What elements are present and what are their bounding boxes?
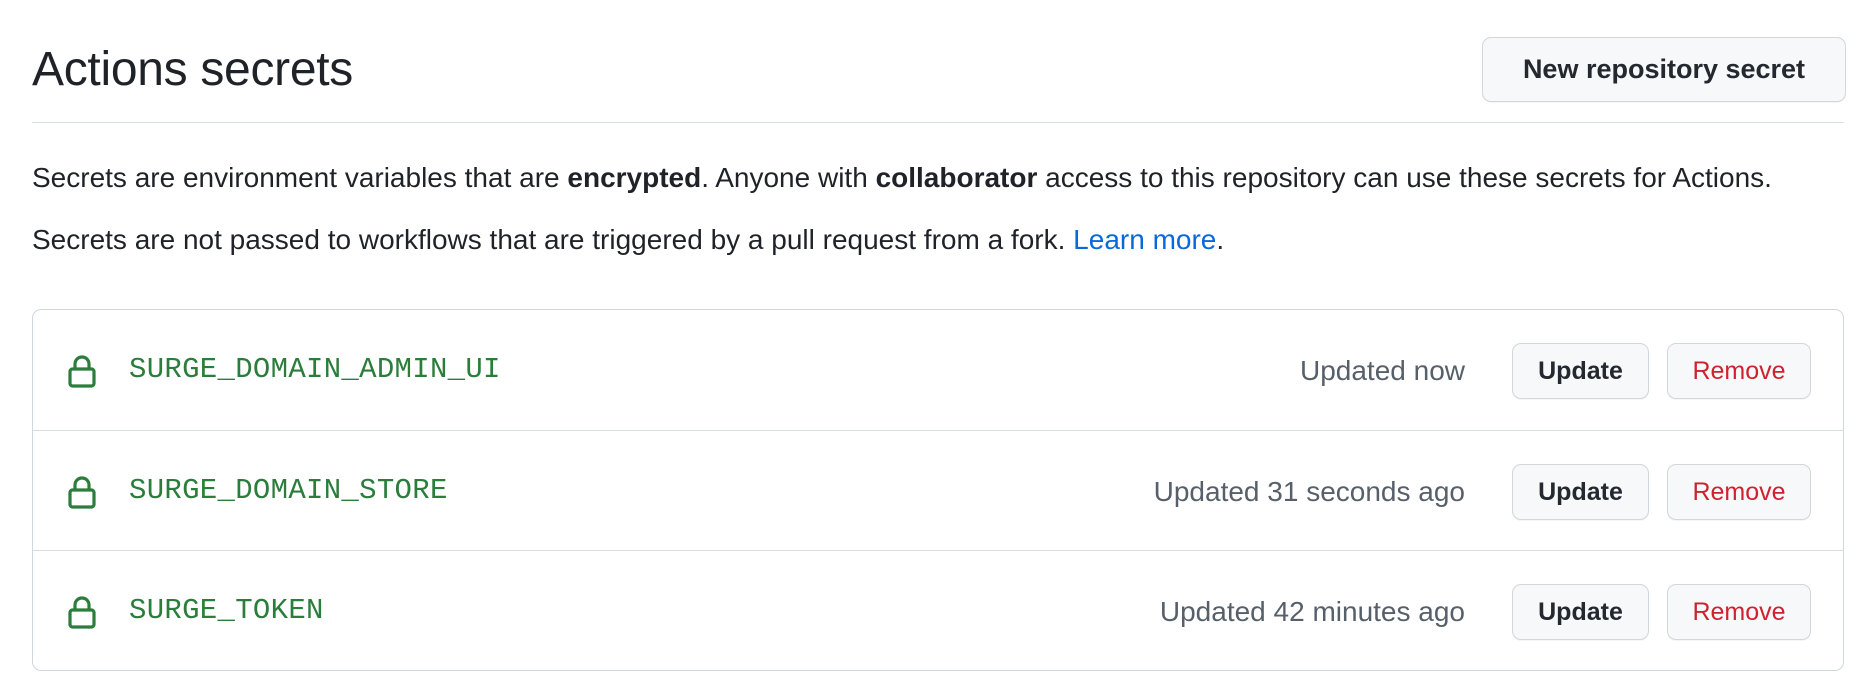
new-repository-secret-button[interactable]: New repository secret [1482,37,1846,102]
learn-more-link[interactable]: Learn more [1073,224,1216,255]
remove-secret-button[interactable]: Remove [1667,464,1811,520]
secret-name: SURGE_DOMAIN_STORE [129,474,448,507]
update-secret-button[interactable]: Update [1512,464,1649,520]
description-fork: Secrets are not passed to workflows that… [32,224,1225,255]
lock-icon [68,355,96,388]
lock-icon [68,476,96,509]
secrets-page: Actions secrets New repository secret Se… [0,0,1876,698]
secret-updated-time: Updated now [1299,355,1465,386]
secret-row: SURGE_DOMAIN_ADMIN_UI Updated now Update… [33,310,1843,430]
page-title: Actions secrets [32,43,353,96]
update-secret-button[interactable]: Update [1512,584,1649,640]
secret-name: SURGE_DOMAIN_ADMIN_UI [129,353,501,386]
remove-secret-button[interactable]: Remove [1667,343,1811,399]
secret-updated-time: Updated 42 minutes ago [1159,596,1465,627]
description-encrypted: Secrets are environment variables that a… [32,162,1772,193]
update-secret-button[interactable]: Update [1512,343,1649,399]
page-header: Actions secrets New repository secret [32,0,1846,123]
secret-updated-time: Updated 31 seconds ago [1153,476,1465,507]
lock-icon [68,596,96,629]
secret-name: SURGE_TOKEN [129,594,324,627]
secret-row: SURGE_DOMAIN_STORE Updated 31 seconds ag… [33,430,1843,550]
secret-row: SURGE_TOKEN Updated 42 minutes ago Updat… [33,550,1843,670]
secrets-list: SURGE_DOMAIN_ADMIN_UI Updated now Update… [32,309,1844,671]
remove-secret-button[interactable]: Remove [1667,584,1811,640]
